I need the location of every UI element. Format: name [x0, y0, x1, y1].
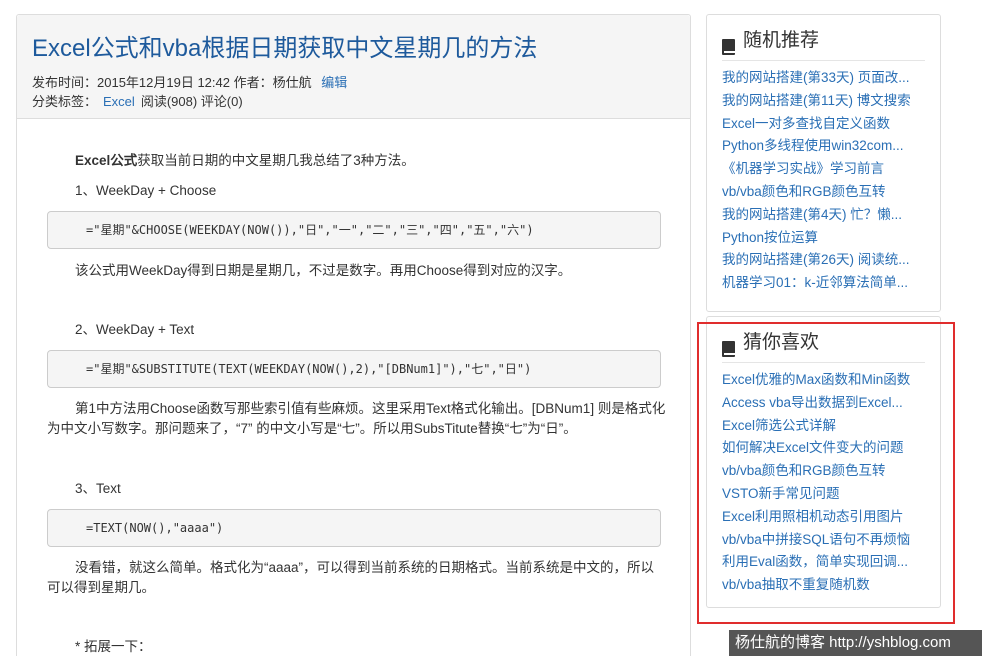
article-meta-line1: 发布时间：2015年12月19日 12:42 作者：杨仕航 编辑 [32, 73, 675, 92]
list-item[interactable]: Python按位运算 [722, 227, 922, 250]
guess-link[interactable]: VSTO新手常见问题 [722, 486, 840, 501]
list-item[interactable]: 《机器学习实战》学习前言 [722, 158, 922, 181]
list-item[interactable]: Python多线程使用win32com... [722, 135, 922, 158]
list-item[interactable]: 利用Eval函数，简单实现回调... [722, 551, 922, 574]
guess-link[interactable]: 利用Eval函数，简单实现回调... [722, 554, 908, 569]
list-item[interactable]: 我的网站搭建(第4天) 忙？懒... [722, 204, 922, 227]
random-list: 我的网站搭建(第33天) 页面改... 我的网站搭建(第11天) 博文搜索 Ex… [707, 61, 940, 295]
guess-link[interactable]: 如何解决Excel文件变大的问题 [722, 440, 904, 455]
random-link[interactable]: 机器学习01：k-近邻算法简单... [722, 275, 908, 290]
list-item[interactable]: Excel利用照相机动态引用图片 [722, 506, 922, 529]
edit-link[interactable]: 编辑 [321, 75, 347, 90]
paragraph-1: 该公式用WeekDay得到日期是星期几，不过是数字。再用Choose得到对应的汉… [75, 263, 572, 278]
random-link[interactable]: 我的网站搭建(第11天) 博文搜索 [722, 93, 911, 108]
meta-read-comment: 阅读(908) 评论(0) [140, 94, 243, 109]
list-item[interactable]: 我的网站搭建(第33天) 页面改... [722, 67, 922, 90]
extension-heading: * 拓展一下： [75, 639, 152, 654]
guess-link[interactable]: vb/vba抽取不重复随机数 [722, 577, 870, 592]
list-item[interactable]: 机器学习01：k-近邻算法简单... [722, 272, 922, 295]
random-widget-header: 随机推荐 [722, 15, 925, 61]
article-meta-line2: 分类标签： Excel 阅读(908) 评论(0) [32, 92, 675, 111]
list-item[interactable]: Excel一对多查找自定义函数 [722, 113, 922, 136]
random-link[interactable]: vb/vba颜色和RGB颜色互转 [722, 184, 886, 199]
guess-widget-header: 猜你喜欢 [722, 317, 925, 363]
list-item[interactable]: vb/vba颜色和RGB颜色互转 [722, 460, 922, 483]
list-item[interactable]: 我的网站搭建(第11天) 博文搜索 [722, 90, 922, 113]
list-item[interactable]: vb/vba颜色和RGB颜色互转 [722, 181, 922, 204]
section-heading-3: 3、Text [75, 481, 121, 496]
list-item[interactable]: 我的网站搭建(第26天) 阅读统... [722, 249, 922, 272]
random-link[interactable]: 我的网站搭建(第26天) 阅读统... [722, 252, 910, 267]
list-item[interactable]: vb/vba抽取不重复随机数 [722, 574, 922, 597]
list-item[interactable]: Access vba导出数据到Excel... [722, 392, 922, 415]
intro-paragraph: Excel公式获取当前日期的中文星期几我总结了3种方法。 [75, 151, 665, 171]
guess-link[interactable]: Excel优雅的Max函数和Min函数 [722, 372, 910, 387]
article-title: Excel公式和vba根据日期获取中文星期几的方法 [32, 35, 538, 62]
intro-text: 获取当前日期的中文星期几我总结了3种方法。 [137, 153, 415, 168]
section-heading-2: 2、WeekDay + Text [75, 322, 195, 337]
intro-bold: Excel公式 [75, 153, 138, 168]
code-block-1: ="星期"&CHOOSE(WEEKDAY(NOW()),"日","一","二",… [47, 211, 661, 249]
random-link[interactable]: 我的网站搭建(第33天) 页面改... [722, 70, 910, 85]
guess-you-like-widget: 猜你喜欢 Excel优雅的Max函数和Min函数 Access vba导出数据到… [706, 316, 941, 608]
section-heading-1: 1、WeekDay + Choose [75, 183, 217, 198]
list-item[interactable]: vb/vba中拼接SQL语句不再烦恼 [722, 529, 922, 552]
meta-publish-author: 发布时间：2015年12月19日 12:42 作者：杨仕航 [32, 75, 316, 90]
paragraph-2: 第1中方法用Choose函数写那些索引值有些麻烦。这里采用Text格式化输出。[… [47, 401, 666, 436]
book-icon [722, 341, 735, 357]
random-link[interactable]: Excel一对多查找自定义函数 [722, 116, 890, 131]
random-recommend-widget: 随机推荐 我的网站搭建(第33天) 页面改... 我的网站搭建(第11天) 博文… [706, 14, 941, 312]
list-item[interactable]: VSTO新手常见问题 [722, 483, 922, 506]
guess-link[interactable]: Access vba导出数据到Excel... [722, 395, 903, 410]
guess-link[interactable]: Excel利用照相机动态引用图片 [722, 509, 904, 524]
guess-link[interactable]: Excel筛选公式详解 [722, 418, 836, 433]
guess-list: Excel优雅的Max函数和Min函数 Access vba导出数据到Excel… [707, 363, 940, 597]
guess-link[interactable]: vb/vba颜色和RGB颜色互转 [722, 463, 886, 478]
book-icon [722, 39, 735, 55]
random-link[interactable]: Python按位运算 [722, 230, 818, 245]
random-link[interactable]: 《机器学习实战》学习前言 [722, 161, 884, 176]
meta-category-label: 分类标签： [32, 94, 98, 109]
guess-link[interactable]: vb/vba中拼接SQL语句不再烦恼 [722, 532, 910, 547]
random-link[interactable]: Python多线程使用win32com... [722, 138, 904, 153]
watermark: 杨仕航的博客 http://yshblog.com [729, 630, 982, 656]
article-panel: Excel公式和vba根据日期获取中文星期几的方法 发布时间：2015年12月1… [16, 14, 691, 656]
list-item[interactable]: 如何解决Excel文件变大的问题 [722, 437, 922, 460]
list-item[interactable]: Excel筛选公式详解 [722, 415, 922, 438]
random-widget-title: 随机推荐 [743, 30, 820, 51]
paragraph-3: 没看错，就这么简单。格式化为“aaaa”，可以得到当前系统的日期格式。当前系统是… [47, 560, 655, 595]
guess-widget-title: 猜你喜欢 [743, 332, 820, 353]
code-block-3: =TEXT(NOW(),"aaaa") [47, 509, 661, 547]
category-link[interactable]: Excel [103, 94, 135, 109]
list-item[interactable]: Excel优雅的Max函数和Min函数 [722, 369, 922, 392]
random-link[interactable]: 我的网站搭建(第4天) 忙？懒... [722, 207, 902, 222]
article-header: Excel公式和vba根据日期获取中文星期几的方法 发布时间：2015年12月1… [17, 15, 690, 119]
code-block-2: ="星期"&SUBSTITUTE(TEXT(WEEKDAY(NOW(),2),"… [47, 350, 661, 388]
